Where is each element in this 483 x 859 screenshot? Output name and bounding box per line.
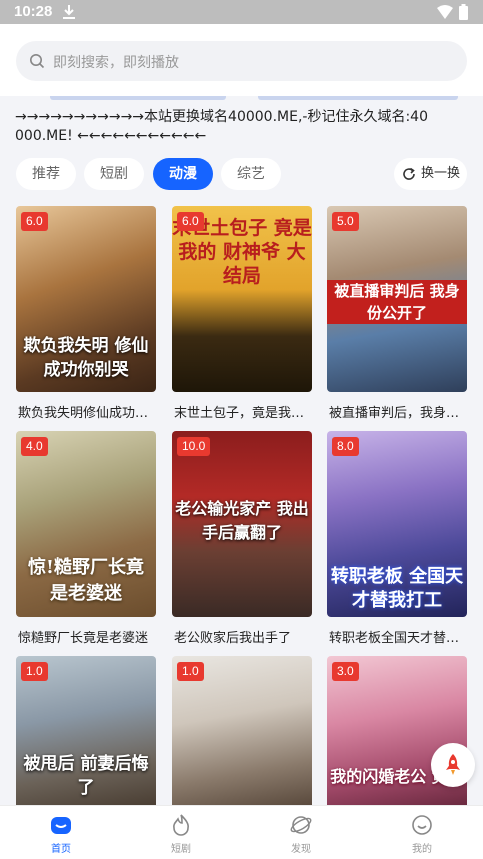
search-icon bbox=[30, 54, 45, 69]
poster-caption: 被甩后 前妻后悔了 bbox=[23, 754, 149, 798]
rating-badge: 8.0 bbox=[332, 437, 359, 456]
search-placeholder: 即刻搜索，即刻播放 bbox=[53, 55, 179, 71]
nav-home[interactable]: 首页 bbox=[21, 806, 101, 859]
status-bar: 10:28 bbox=[0, 0, 483, 24]
card-title: 惊糙野厂长竟是老婆迷 bbox=[18, 631, 149, 646]
rating-badge: 5.0 bbox=[332, 212, 359, 231]
smile-icon bbox=[412, 815, 432, 835]
wifi-icon bbox=[437, 5, 453, 19]
rating-badge: 1.0 bbox=[177, 662, 204, 681]
tab-recommend[interactable]: 推荐 bbox=[16, 158, 76, 190]
nav-label: 我的 bbox=[412, 844, 432, 855]
nav-short-drama[interactable]: 短剧 bbox=[141, 806, 221, 859]
card-title: 转职老板全国天才替我打工 bbox=[329, 631, 467, 646]
battery-icon bbox=[459, 4, 468, 20]
search-input[interactable]: 即刻搜索，即刻播放 bbox=[16, 41, 467, 81]
nav-label: 发现 bbox=[291, 844, 311, 855]
poster-image: 惊!糙野厂长竟 是老婆迷 4.0 bbox=[16, 431, 156, 617]
poster-image: 1.0 bbox=[172, 656, 312, 805]
swap-label: 换一换 bbox=[421, 166, 461, 181]
banner-peek-left bbox=[50, 96, 226, 100]
poster-caption: 惊!糙野厂长竟 是老婆迷 bbox=[28, 557, 144, 604]
rating-badge: 3.0 bbox=[332, 662, 359, 681]
poster-image: 末世土包子 竟是我的 财神爷 大结局 6.0 bbox=[172, 206, 312, 392]
poster-caption: 欺负我失明 修仙成功你别哭 bbox=[23, 336, 149, 380]
card-title: 末世土包子，竟是我的财神爷 bbox=[174, 406, 312, 421]
nav-label: 首页 bbox=[51, 844, 71, 855]
card-title: 被直播审判后，我身份公开了 bbox=[329, 406, 467, 421]
poster-caption: 转职老板 全国天才替我打工 bbox=[330, 566, 464, 611]
rating-badge: 6.0 bbox=[177, 212, 204, 231]
card-title: 老公败家后我出手了 bbox=[174, 631, 292, 646]
tab-anime[interactable]: 动漫 bbox=[153, 158, 213, 190]
refresh-icon bbox=[403, 167, 415, 180]
planet-icon bbox=[290, 816, 312, 834]
card-title: 欺负我失明修仙成功你别哭 bbox=[18, 406, 156, 421]
rating-badge: 6.0 bbox=[21, 212, 48, 231]
flame-icon bbox=[173, 814, 189, 836]
tab-short-drama[interactable]: 短剧 bbox=[84, 158, 144, 190]
rating-badge: 4.0 bbox=[21, 437, 48, 456]
rating-badge: 1.0 bbox=[21, 662, 48, 681]
home-icon bbox=[51, 817, 71, 834]
nav-label: 短剧 bbox=[171, 844, 191, 855]
poster-image: 欺负我失明 修仙成功你别哭 6.0 bbox=[16, 206, 156, 392]
rocket-icon bbox=[446, 754, 460, 775]
banner-peek-right bbox=[258, 96, 458, 100]
domain-notice: →→→→→→→→→→→本站更换域名40000.ME,-秒记住永久域名:40000… bbox=[15, 109, 428, 144]
nav-mine[interactable]: 我的 bbox=[382, 806, 462, 859]
rating-badge: 10.0 bbox=[177, 437, 211, 456]
poster-caption: 老公输光家产 我出手后赢翻了 bbox=[175, 499, 309, 542]
poster-image: 被直播审判后 我身份公开了 5.0 bbox=[327, 206, 467, 392]
bottom-nav: 首页 短剧 发现 我的 bbox=[0, 805, 483, 859]
status-time: 10:28 bbox=[14, 3, 53, 20]
poster-image: 转职老板 全国天才替我打工 8.0 bbox=[327, 431, 467, 617]
nav-discover[interactable]: 发现 bbox=[261, 806, 341, 859]
tab-variety[interactable]: 综艺 bbox=[221, 158, 281, 190]
poster-caption: 被直播审判后 我身份公开了 bbox=[327, 280, 467, 324]
poster-image: 老公输光家产 我出手后赢翻了 10.0 bbox=[172, 431, 312, 617]
back-to-top-button[interactable] bbox=[431, 743, 475, 787]
download-icon bbox=[63, 5, 75, 19]
poster-image: 被甩后 前妻后悔了 1.0 bbox=[16, 656, 156, 805]
header: 即刻搜索，即刻播放 bbox=[0, 24, 483, 96]
swap-button[interactable]: 换一换 bbox=[394, 158, 467, 190]
